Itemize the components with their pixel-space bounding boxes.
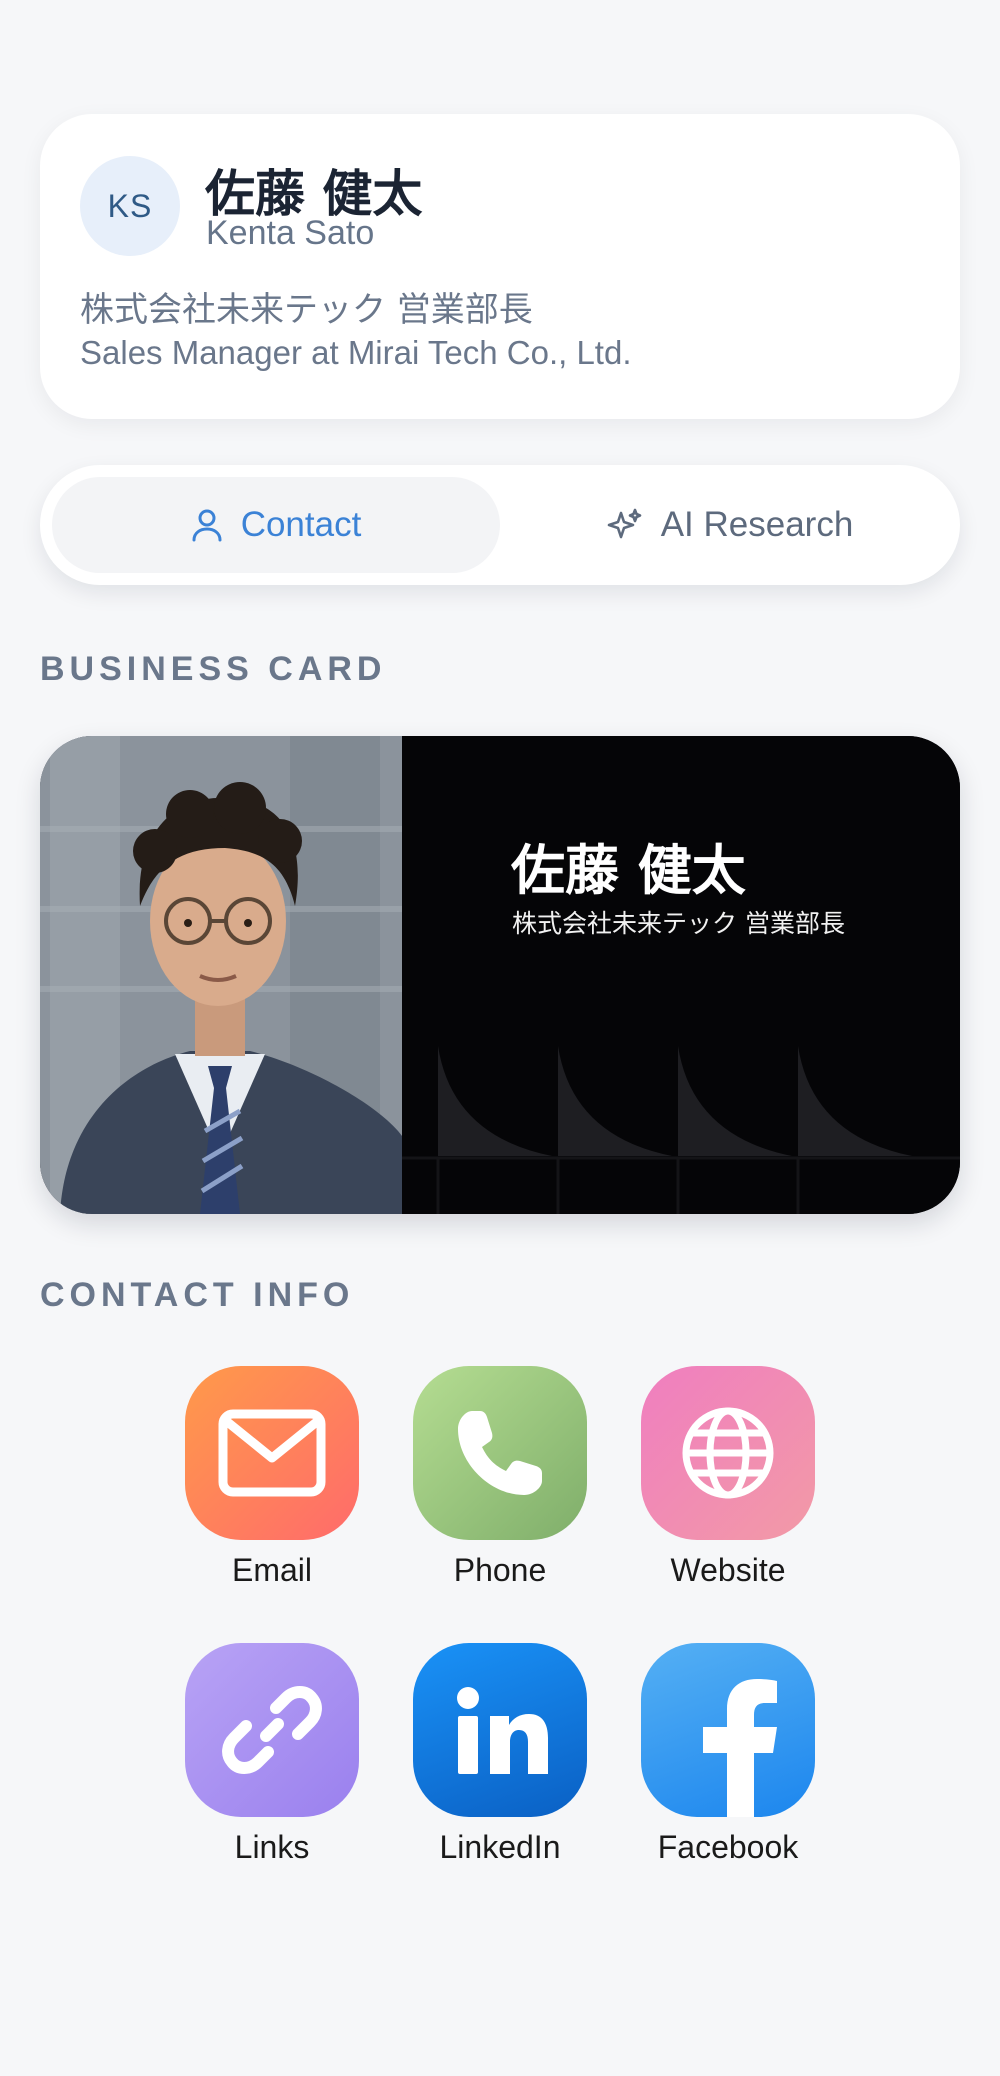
business-card-info: 佐藤 健太 株式会社未来テック 営業部長 [402,736,960,1214]
tab-contact[interactable]: Contact [52,477,500,573]
phone-icon [413,1366,587,1540]
contact-linkedin-label: LinkedIn [439,1829,561,1865]
facebook-icon [641,1643,815,1817]
profile-card: KS 佐藤 健太 Kenta Sato 株式会社未来テック 営業部長 Sales… [40,114,960,419]
contact-info-heading: CONTACT INFO [40,1276,355,1314]
globe-icon [641,1366,815,1540]
person-icon [191,508,223,542]
tab-ai-research-label: AI Research [660,505,854,544]
contact-email[interactable]: Email [167,1366,377,1589]
contact-facebook[interactable]: Facebook [623,1643,833,1866]
linkedin-icon [413,1643,587,1817]
tab-contact-label: Contact [240,505,362,544]
profile-title-en: Sales Manager at Mirai Tech Co., Ltd. [80,334,632,371]
contact-phone-label: Phone [453,1552,547,1588]
contact-links[interactable]: Links [167,1643,377,1866]
contact-phone[interactable]: Phone [395,1366,605,1589]
contact-linkedin[interactable]: LinkedIn [395,1643,605,1866]
contact-email-label: Email [231,1552,312,1588]
business-card-name: 佐藤 健太 [511,839,746,902]
sparkles-icon [607,507,643,543]
contact-links-label: Links [234,1829,310,1865]
contact-website-label: Website [670,1552,786,1588]
avatar: KS [80,156,180,256]
link-icon [185,1643,359,1817]
tab-bar: Contact AI Research [40,465,960,585]
card-decoration [402,1046,960,1214]
business-card-title: 株式会社未来テック 営業部長 [512,909,845,938]
mail-icon [185,1366,359,1540]
profile-title-jp: 株式会社未来テック 営業部長 [80,290,533,330]
business-card[interactable]: 佐藤 健太 株式会社未来テック 営業部長 [40,736,960,1214]
contact-website[interactable]: Website [623,1366,833,1589]
business-card-heading: BUSINESS CARD [40,650,387,688]
profile-name-en: Kenta Sato [206,214,375,252]
profile-photo [40,736,402,1214]
contact-facebook-label: Facebook [657,1829,799,1865]
tab-ai-research[interactable]: AI Research [510,477,950,573]
